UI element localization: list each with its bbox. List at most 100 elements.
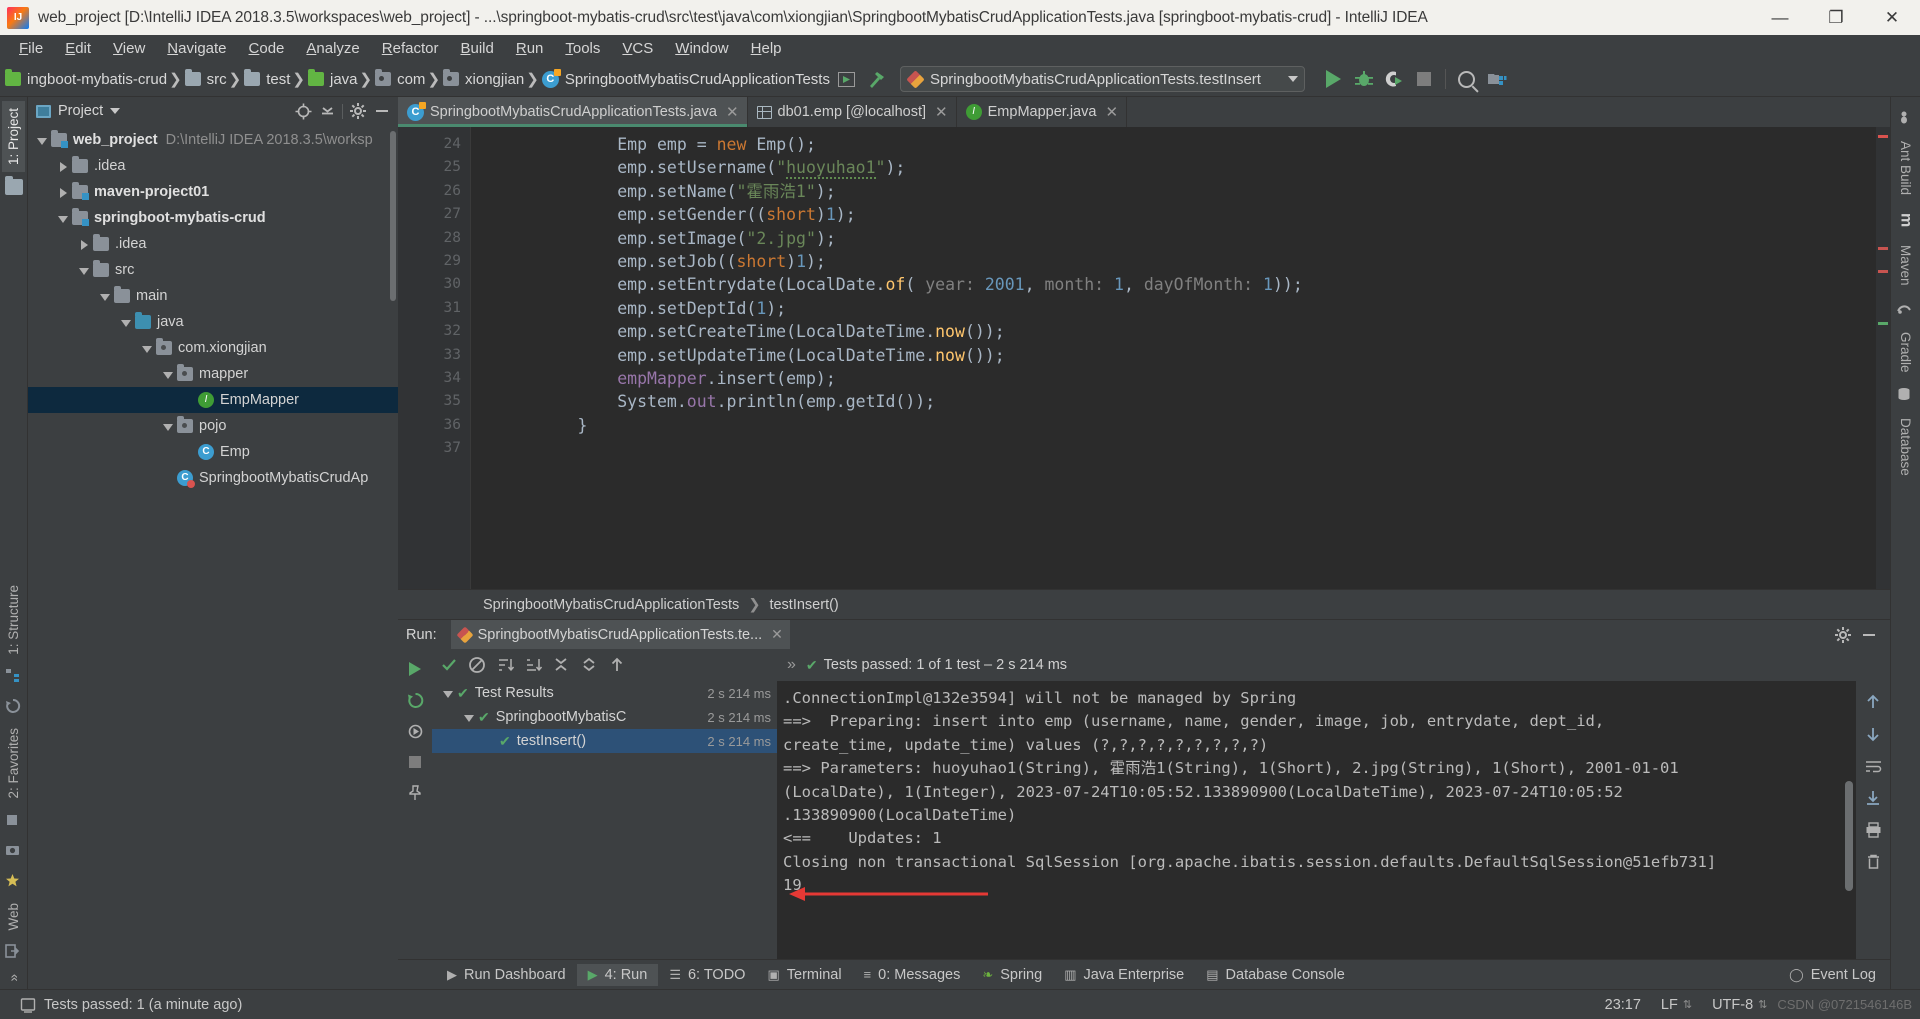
line-separator-indicator[interactable]: LF ⇅ [1651, 997, 1702, 1013]
tree-twisty-closed-icon[interactable] [78, 238, 91, 251]
debug-button[interactable] [1349, 64, 1379, 94]
bottom-tab-terminal[interactable]: ▣ Terminal [756, 964, 852, 986]
settings-button[interactable] [346, 99, 370, 123]
tests-tree[interactable]: ✔ Test Results 2 s 214 ms ✔ SpringbootMybati… [432, 681, 777, 959]
minimize-button[interactable]: — [1752, 0, 1808, 35]
scroll-up-button[interactable] [1860, 689, 1886, 715]
console-output[interactable]: .ConnectionImpl@132e3594] will not be ma… [777, 681, 1856, 959]
console-scrollbar[interactable] [1845, 781, 1853, 891]
bottom-tab-0-messages[interactable]: ≡ 0: Messages [853, 964, 972, 986]
tree-node[interactable]: maven-project01 [28, 179, 398, 205]
clear-all-button[interactable] [1860, 849, 1886, 875]
breadcrumb-item-6[interactable]: SpringbootMybatisCrudApplicationTests [539, 68, 832, 90]
breadcrumb-item-3[interactable]: java [305, 69, 360, 90]
sidebar-tab-gradle[interactable]: Gradle [1893, 324, 1918, 381]
tree-node[interactable]: web_project D:\IntelliJ IDEA 2018.3.5\wor… [28, 127, 398, 153]
close-icon[interactable]: ✕ [771, 626, 783, 643]
expand-chevrons-icon[interactable]: » [787, 656, 796, 674]
tree-node[interactable]: .idea [28, 231, 398, 257]
scroll-to-end-button[interactable] [1860, 785, 1886, 811]
tree-twisty-open-icon[interactable] [78, 264, 91, 277]
breadcrumb-item-1[interactable]: src [182, 69, 229, 90]
soft-wrap-button[interactable] [1860, 753, 1886, 779]
menu-item-vcs[interactable]: VCS [611, 37, 664, 60]
locate-file-button[interactable] [291, 99, 315, 123]
tree-twisty-open-icon[interactable] [36, 134, 49, 147]
bookmark-icon[interactable] [5, 813, 23, 829]
info-mark[interactable] [1878, 322, 1888, 325]
refresh-icon[interactable] [5, 698, 23, 714]
tree-twisty-open-icon[interactable] [99, 290, 112, 303]
menu-item-code[interactable]: Code [238, 37, 296, 60]
menu-item-tools[interactable]: Tools [554, 37, 611, 60]
menu-item-refactor[interactable]: Refactor [371, 37, 450, 60]
scroll-down-button[interactable] [1860, 721, 1886, 747]
tree-scrollbar[interactable] [390, 131, 396, 301]
editor-breadcrumb-item[interactable]: SpringbootMybatisCrudApplicationTests [483, 597, 739, 613]
sidebar-tab-ant-build[interactable]: Ant Build [1893, 133, 1918, 203]
tree-twisty-open-icon[interactable] [120, 316, 133, 329]
sidebar-tab-favorites[interactable]: 2: Favorites [2, 721, 25, 806]
project-tree[interactable]: web_project D:\IntelliJ IDEA 2018.3.5\wor… [28, 125, 398, 989]
tree-node[interactable]: EmpMapper [28, 387, 398, 413]
editor-tab-2[interactable]: EmpMapper.java ✕ [957, 97, 1128, 127]
gradle-icon[interactable] [1896, 301, 1915, 317]
menu-item-analyze[interactable]: Analyze [295, 37, 370, 60]
gutter-strip[interactable] [470, 127, 492, 589]
error-stripe[interactable] [1876, 127, 1890, 589]
toggle-nav-bar-icon[interactable] [832, 64, 862, 94]
tree-twisty-open-icon[interactable] [162, 368, 175, 381]
toggle-auto-test-button[interactable] [402, 718, 428, 744]
tree-twisty-open-icon[interactable] [162, 420, 175, 433]
warning-mark[interactable] [1878, 247, 1888, 250]
expand-all-button[interactable] [548, 652, 574, 678]
sidebar-tab-project[interactable]: 1: Project [2, 101, 25, 173]
menu-item-edit[interactable]: Edit [54, 37, 102, 60]
tree-twisty-open-icon[interactable] [463, 711, 476, 724]
exit-icon[interactable] [4, 944, 23, 960]
pin-tab-button[interactable] [402, 780, 428, 806]
database-icon[interactable] [1897, 387, 1915, 403]
tree-node[interactable]: SpringbootMybatisCrudAp [28, 465, 398, 491]
tree-node[interactable]: .idea [28, 153, 398, 179]
menu-item-view[interactable]: View [102, 37, 156, 60]
sort-alpha-button[interactable] [492, 652, 518, 678]
menu-item-help[interactable]: Help [740, 37, 793, 60]
encoding-indicator[interactable]: UTF-8 ⇅ [1702, 997, 1777, 1013]
tree-node[interactable]: src [28, 257, 398, 283]
breadcrumb-item-5[interactable]: xiongjian [440, 69, 526, 90]
bottom-tab-spring[interactable]: ❧ Spring [971, 964, 1053, 986]
warning-mark[interactable] [1878, 270, 1888, 273]
code-editor[interactable]: 24 25 26 27 28 29 30 31 32 33 34 35 36 37 Emp emp = n… [398, 127, 1890, 589]
search-everywhere-button[interactable] [1452, 64, 1482, 94]
breadcrumb-item-2[interactable]: test [241, 69, 292, 90]
tree-twisty-closed-icon[interactable] [57, 186, 70, 199]
chevron-down-icon[interactable] [110, 108, 121, 114]
bottom-tab-run-dashboard[interactable]: ▶ Run Dashboard [436, 964, 577, 986]
hide-ignored-button[interactable] [464, 652, 490, 678]
hide-panel-button[interactable] [370, 99, 394, 123]
tree-node[interactable]: pojo [28, 413, 398, 439]
close-icon[interactable]: ✕ [726, 103, 739, 121]
tree-node[interactable]: java [28, 309, 398, 335]
tree-twisty-open-icon[interactable] [442, 687, 455, 700]
test-tree-node[interactable]: ✔ Test Results 2 s 214 ms [432, 681, 777, 705]
rerun-button[interactable] [402, 656, 428, 682]
run-settings-button[interactable] [1830, 622, 1856, 648]
run-configuration-selector[interactable]: SpringbootMybatisCrudApplicationTests.te… [899, 66, 1305, 92]
sort-duration-button[interactable] [520, 652, 546, 678]
menu-item-run[interactable]: Run [505, 37, 555, 60]
tree-node[interactable]: mapper [28, 361, 398, 387]
close-button[interactable]: ✕ [1864, 0, 1920, 35]
menu-item-window[interactable]: Window [664, 37, 739, 60]
stop-test-button[interactable] [402, 749, 428, 775]
bottom-tab-6-todo[interactable]: ☰ 6: TODO [658, 964, 756, 986]
build-project-icon[interactable] [862, 64, 892, 94]
print-button[interactable] [1860, 817, 1886, 843]
favorites-star-icon[interactable] [5, 873, 23, 889]
menu-item-file[interactable]: File [8, 37, 54, 60]
editor-tab-0[interactable]: SpringbootMybatisCrudApplicationTests.ja… [398, 97, 748, 127]
test-tree-node[interactable]: ✔ SpringbootMybatisC 2 s 214 ms [432, 705, 777, 729]
close-icon[interactable]: ✕ [935, 103, 948, 121]
menu-item-build[interactable]: Build [449, 37, 504, 60]
